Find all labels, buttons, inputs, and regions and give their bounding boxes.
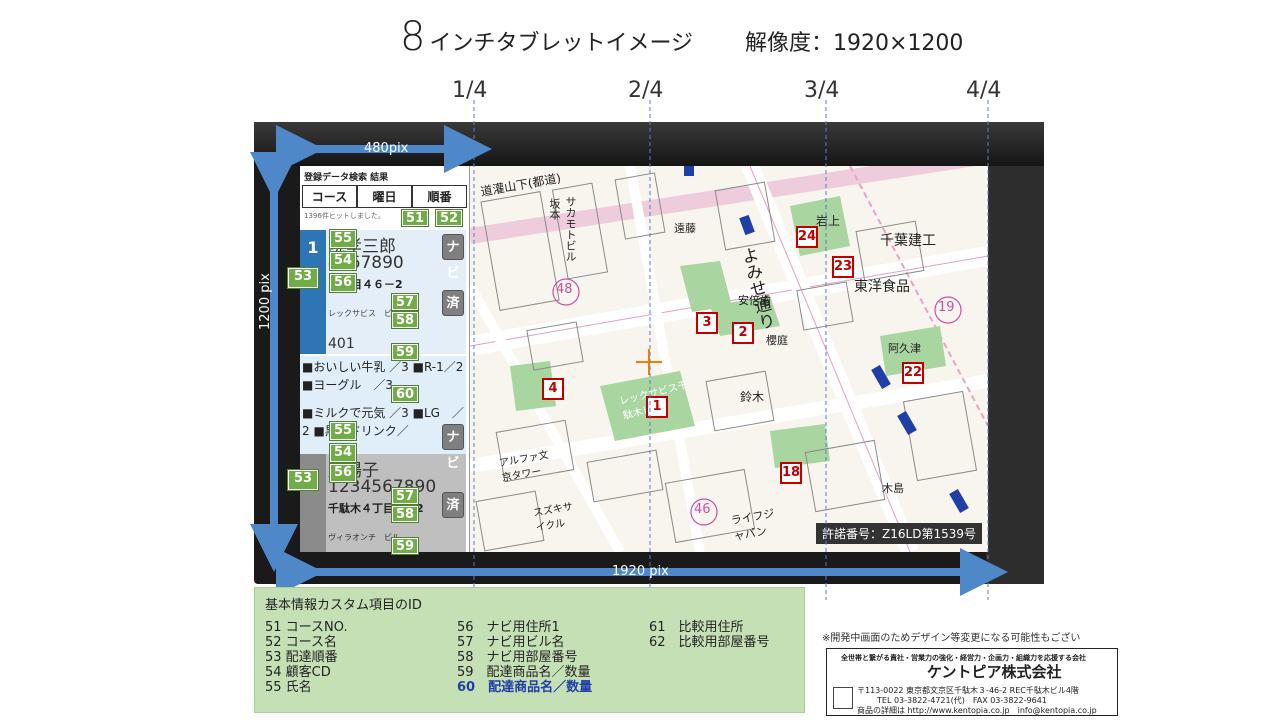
legend-item-highlight: 60 配達商品名／数量 <box>457 680 593 695</box>
legend-item: 58 ナビ用部屋番号 <box>457 650 578 665</box>
design-note: ※開発中画面のためデザイン等変更になる可能性もござい <box>822 633 1081 644</box>
company-web: 商品の詳細は http://www.kentopia.co.jp info@ke… <box>857 706 1097 715</box>
legend-item: 62 比較用部屋番号 <box>649 635 770 650</box>
legend-item: 52 コース名 <box>265 635 338 650</box>
legend-item: 57 ナビ用ビル名 <box>457 635 565 650</box>
legend-heading: 基本情報カスタム項目のID <box>265 598 422 613</box>
legend-col-3: 61 比較用住所 62 比較用部屋番号 <box>649 620 770 650</box>
legend-item: 61 比較用住所 <box>649 620 744 635</box>
label-480pix: 480pix <box>364 141 409 156</box>
legend-item: 55 氏名 <box>265 680 312 695</box>
legend-item: 51 コースNO. <box>265 620 348 635</box>
label-1920pix: 1920 pix <box>612 564 669 579</box>
legend-item: 59 配達商品名／数量 <box>457 665 591 680</box>
legend-col-1: 51 コースNO. 52 コース名 53 配達順番 54 顧客CD 55 氏名 <box>265 620 348 695</box>
legend-item: 53 配達順番 <box>265 650 338 665</box>
label-1200pix: 1200 pix <box>258 273 273 330</box>
company-logo-icon <box>833 687 853 709</box>
id-legend: 基本情報カスタム項目のID 51 コースNO. 52 コース名 53 配達順番 … <box>254 587 805 713</box>
legend-item: 56 ナビ用住所1 <box>457 620 560 635</box>
legend-col-2: 56 ナビ用住所1 57 ナビ用ビル名 58 ナビ用部屋番号 59 配達商品名／… <box>457 620 592 695</box>
company-name: ケントピア株式会社 <box>927 663 1062 681</box>
company-box: 全世帯と繋がる責社・営業力の強化・経営力・企画力・組織力を応援する会社 ケントピ… <box>826 648 1118 716</box>
legend-item: 54 顧客CD <box>265 665 331 680</box>
